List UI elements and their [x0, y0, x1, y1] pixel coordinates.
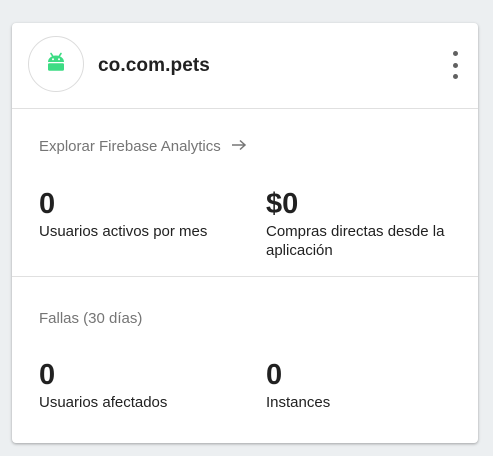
metric-value: $0: [266, 188, 299, 220]
app-avatar: [28, 36, 84, 92]
metric-in-app-purchases: $0 Compras directas desde la aplicación: [266, 188, 466, 260]
metric-value: 0: [39, 188, 56, 220]
metric-active-users: 0 Usuarios activos por mes: [39, 188, 239, 241]
metric-label: Instances: [266, 394, 331, 411]
crashes-section-label: Fallas (30 días): [39, 310, 143, 327]
explore-analytics-link[interactable]: Explorar Firebase Analytics: [39, 138, 247, 155]
metric-label: Compras directas desde la aplicación: [266, 223, 445, 259]
app-name: co.com.pets: [98, 55, 210, 76]
section-divider: [12, 276, 478, 277]
metric-label: Usuarios afectados: [39, 394, 168, 411]
card-header: co.com.pets: [12, 23, 478, 109]
arrow-right-icon: [231, 138, 247, 155]
app-card: co.com.pets Explorar Firebase Analytics …: [12, 23, 478, 443]
metric-instances: 0 Instances: [266, 359, 466, 412]
metric-value: 0: [266, 359, 283, 391]
more-vert-icon[interactable]: [450, 51, 460, 79]
android-icon: [45, 52, 67, 77]
metric-affected-users: 0 Usuarios afectados: [39, 359, 239, 412]
metric-value: 0: [39, 359, 56, 391]
metric-label: Usuarios activos por mes: [39, 223, 208, 240]
explore-analytics-label: Explorar Firebase Analytics: [39, 138, 221, 155]
